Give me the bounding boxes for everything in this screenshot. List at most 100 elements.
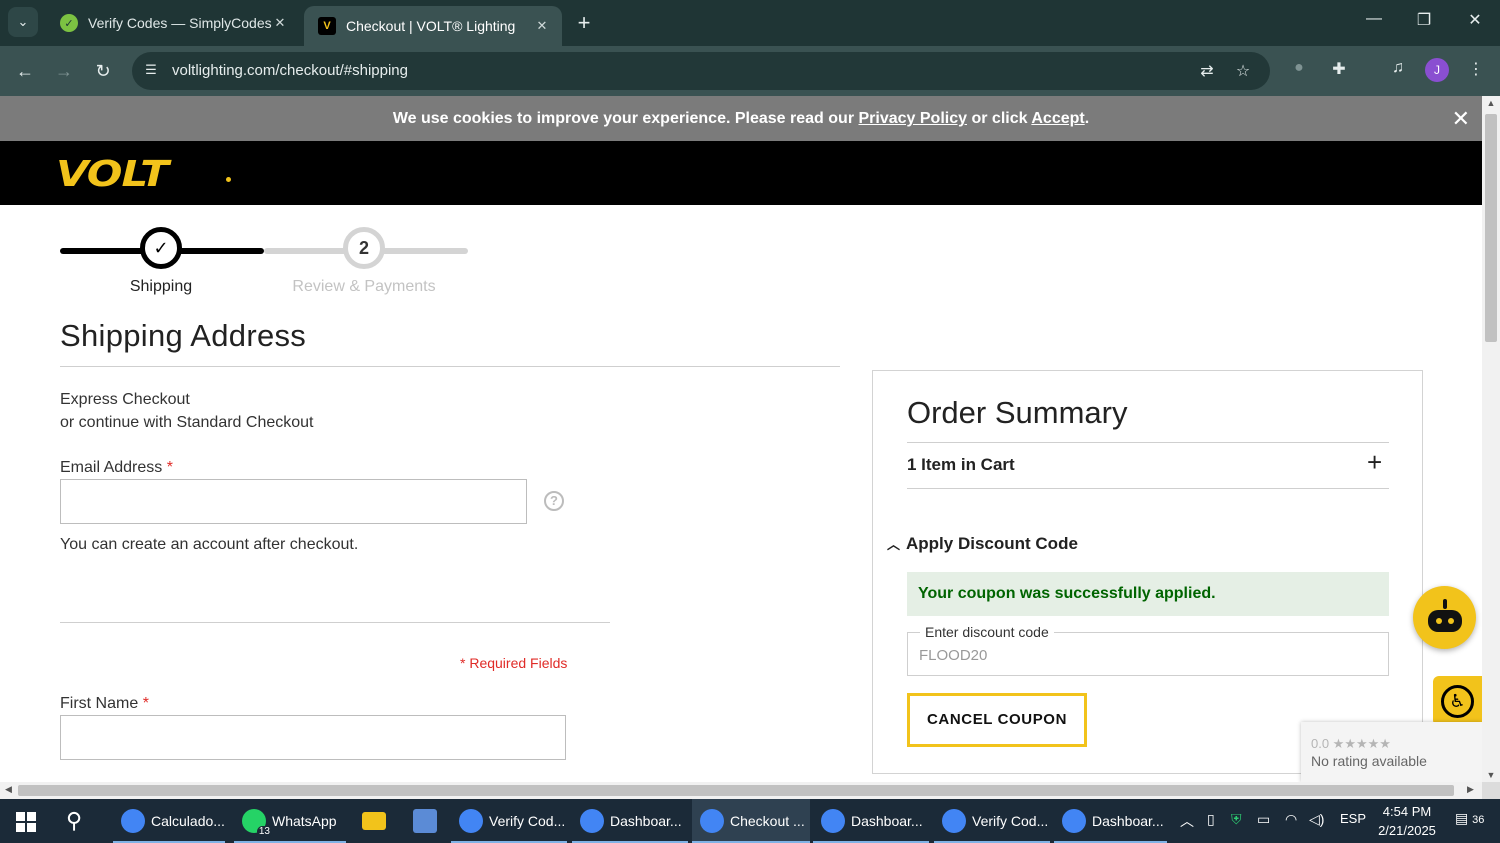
site-info-icon[interactable]: ☰ (142, 62, 160, 80)
battery-icon[interactable]: ▭ (1257, 811, 1270, 828)
bookmark-star-icon[interactable]: ☆ (1232, 61, 1254, 81)
calculator-icon (413, 809, 437, 833)
privacy-policy-link[interactable]: Privacy Policy (859, 110, 968, 127)
reload-icon[interactable]: ↻ (90, 58, 116, 84)
apply-discount-toggle[interactable]: ︿ Apply Discount Code (887, 534, 1078, 554)
close-tab-icon[interactable]: ✕ (534, 18, 550, 34)
whatsapp-icon: 13 (242, 809, 272, 837)
extensions-puzzle-icon[interactable]: ✚ (1326, 59, 1352, 79)
close-cookie-icon[interactable]: ✕ (1452, 96, 1470, 141)
help-question-icon[interactable]: ? (544, 491, 564, 511)
scroll-down-icon[interactable]: ▼ (1482, 770, 1500, 780)
back-arrow-icon[interactable]: ← (12, 58, 38, 84)
taskbar-label: Dashboar... (610, 813, 682, 829)
shipping-address-heading: Shipping Address (60, 318, 307, 353)
first-name-label: First Name * (60, 695, 149, 713)
taskbar-search-icon[interactable]: ⚲ (66, 808, 82, 834)
chrome-icon (1062, 809, 1086, 833)
taskbar-label: Calculado... (151, 813, 225, 829)
vertical-scroll-thumb[interactable] (1485, 114, 1497, 342)
clock-date: 2/21/2025 (1378, 823, 1436, 838)
media-control-icon[interactable]: ♫ (1385, 59, 1411, 77)
tab-checkout[interactable]: V Checkout | VOLT® Lighting ✕ (304, 6, 562, 46)
scrollbar-corner (1482, 782, 1500, 799)
chrome-icon (700, 809, 724, 833)
scroll-up-icon[interactable]: ▲ (1482, 98, 1500, 108)
extension-puzzle-dim-icon[interactable]: ● (1286, 59, 1312, 77)
step-label-shipping: Shipping (129, 278, 193, 295)
taskbar-dashboard[interactable]: Dashboar... (813, 799, 929, 843)
address-bar[interactable]: ☰ voltlighting.com/checkout/#shipping ⇄ … (132, 52, 1270, 90)
standard-checkout-text: or continue with Standard Checkout (60, 414, 314, 431)
step-label-review[interactable]: Review & Payments (264, 278, 464, 296)
simplycodes-favicon-icon: ✓ (60, 14, 78, 32)
site-header: VOLT (0, 141, 1482, 205)
profile-avatar[interactable]: J (1425, 58, 1449, 82)
wifi-icon[interactable]: ◠ (1285, 811, 1297, 828)
scroll-left-icon[interactable]: ◀ (5, 784, 12, 795)
url-text[interactable]: voltlighting.com/checkout/#shipping (172, 62, 408, 79)
restore-icon[interactable]: ❐ (1409, 10, 1439, 30)
chrome-icon (821, 809, 845, 833)
taskbar-whatsapp[interactable]: 13 WhatsApp (234, 799, 346, 843)
browser-tab-bar: ⌄ ✓ Verify Codes — SimplyCodes ✕ V Check… (0, 0, 1500, 46)
taskbar-verify-codes[interactable]: Verify Cod... (451, 799, 567, 843)
taskbar-clock[interactable]: 4:54 PM 2/21/2025 (1372, 802, 1442, 840)
volume-icon[interactable]: ◁) (1309, 811, 1324, 828)
taskbar-calculator-app[interactable] (405, 799, 449, 843)
tab-title: Verify Codes — SimplyCodes (88, 15, 272, 31)
taskbar-dashboard[interactable]: Dashboar... (1054, 799, 1167, 843)
window-close-icon[interactable]: ✕ (1460, 10, 1490, 30)
forward-arrow-icon[interactable]: → (51, 58, 77, 84)
taskbar-file-explorer[interactable] (354, 799, 398, 843)
chatbot-button[interactable] (1413, 586, 1476, 649)
notification-center[interactable]: ▤ 36 (1455, 810, 1484, 827)
minimize-icon[interactable]: — (1359, 10, 1389, 28)
taskbar-checkout[interactable]: Checkout ... (692, 799, 810, 843)
expand-plus-icon[interactable]: + (1367, 447, 1382, 478)
taskbar-calculator[interactable]: Calculado... (113, 799, 225, 843)
volt-logo[interactable]: VOLT (56, 153, 169, 195)
scroll-right-icon[interactable]: ▶ (1467, 784, 1474, 795)
security-shield-icon[interactable]: ⛨ (1231, 811, 1242, 828)
taskbar-verify-codes[interactable]: Verify Cod... (934, 799, 1050, 843)
cookie-text-end: . (1084, 110, 1090, 127)
accessibility-button[interactable]: ♿ (1433, 676, 1482, 726)
taskbar-label: WhatsApp (272, 813, 337, 829)
first-name-input[interactable] (60, 715, 566, 760)
taskbar-label: Verify Cod... (489, 813, 566, 829)
notification-icon: ▤ (1455, 810, 1469, 826)
chatbot-robot-icon (1428, 610, 1462, 632)
accept-cookies-link[interactable]: Accept (1031, 110, 1084, 127)
tray-chevron-up-icon[interactable]: ︿ (1180, 811, 1194, 831)
taskbar-label: Dashboar... (1092, 813, 1164, 829)
translate-icon[interactable]: ⇄ (1196, 61, 1218, 81)
horizontal-scrollbar[interactable]: ◀ ▶ (0, 782, 1482, 799)
step-shipping-check-icon: ✓ (140, 227, 182, 269)
tab-search-chevron-icon[interactable]: ⌄ (8, 7, 38, 37)
taskbar-label: Verify Cod... (972, 813, 1049, 829)
items-in-cart-toggle[interactable]: 1 Item in Cart (907, 455, 1015, 475)
heading-divider (60, 366, 840, 367)
more-menu-icon[interactable]: ⋮ (1463, 59, 1489, 79)
taskbar-label: Checkout ... (730, 813, 805, 829)
robot-eye (1448, 618, 1454, 624)
horizontal-scroll-thumb[interactable] (18, 785, 1454, 796)
close-tab-icon[interactable]: ✕ (272, 15, 288, 31)
express-checkout-text: Express Checkout (60, 391, 190, 408)
page-viewport: We use cookies to improve your experienc… (0, 96, 1482, 782)
cancel-coupon-button[interactable]: CANCEL COUPON (907, 693, 1087, 747)
vertical-scrollbar[interactable]: ▲ ▼ (1482, 96, 1500, 782)
start-logo-square (27, 823, 36, 832)
rating-widget[interactable]: 0.0 ★★★★★ No rating available (1301, 722, 1482, 782)
taskbar-dashboard[interactable]: Dashboar... (572, 799, 688, 843)
accessibility-person-icon: ♿ (1441, 685, 1474, 718)
new-tab-plus-icon[interactable]: + (572, 10, 596, 36)
usb-icon[interactable]: ▯ (1207, 811, 1215, 828)
windows-start-icon[interactable] (16, 812, 36, 832)
language-indicator[interactable]: ESP (1340, 811, 1366, 826)
discount-code-input[interactable]: Enter discount code FLOOD20 (907, 624, 1389, 676)
email-input[interactable] (60, 479, 527, 524)
tab-verify-codes[interactable]: ✓ Verify Codes — SimplyCodes ✕ (46, 0, 300, 46)
chatbot-antenna (1443, 599, 1447, 609)
